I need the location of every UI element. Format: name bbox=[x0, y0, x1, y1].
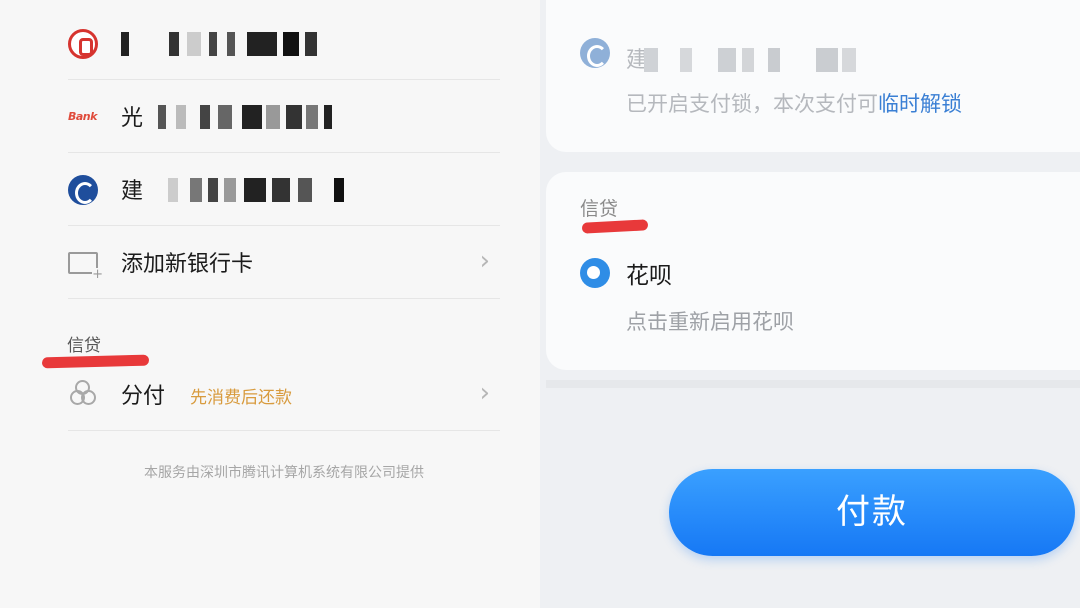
huabei-reenable-link[interactable]: 点击重新启用花呗 bbox=[626, 306, 794, 336]
red-annotation-underline bbox=[581, 219, 649, 234]
chevron-right-icon: › bbox=[479, 246, 490, 276]
wechat-payment-method-panel: Bank 光 建 添加新银行卡 › 信贷 分付 先消费后还款 › 本服务由深圳市… bbox=[0, 0, 540, 608]
redacted-card-number bbox=[168, 178, 344, 202]
redacted-card-number bbox=[644, 48, 856, 72]
temporary-unlock-link[interactable]: 临时解锁 bbox=[878, 92, 962, 116]
ccb-bank-icon bbox=[68, 175, 98, 205]
installment-row[interactable]: 分付 先消费后还款 › bbox=[68, 358, 500, 431]
divider bbox=[546, 380, 1080, 388]
bank-card-row-1[interactable] bbox=[68, 7, 500, 80]
bank-logo-icon: Bank bbox=[68, 110, 97, 123]
service-provider-footer: 本服务由深圳市腾讯计算机系统有限公司提供 bbox=[144, 465, 424, 481]
credit-section-title: 信贷 bbox=[580, 198, 619, 220]
add-card-icon bbox=[68, 252, 103, 281]
huabei-icon bbox=[580, 258, 610, 288]
alipay-payment-panel: 建 已开启支付锁，本次支付可临时解锁 信贷 花呗 点击重新启用花呗 付款 bbox=[540, 0, 1080, 608]
bank-card-name: 建 bbox=[121, 179, 144, 204]
pay-button[interactable]: 付款 bbox=[669, 469, 1075, 556]
installment-label: 分付 bbox=[121, 384, 166, 409]
credit-card-section: 信贷 花呗 点击重新启用花呗 bbox=[546, 172, 1080, 370]
redacted-card-number bbox=[121, 32, 317, 56]
huabei-label[interactable]: 花呗 bbox=[626, 256, 672, 290]
bank-card-row-2[interactable]: Bank 光 bbox=[68, 80, 500, 153]
bank-card-row-3[interactable]: 建 bbox=[68, 153, 500, 226]
bank-card-name: 光 bbox=[121, 106, 144, 131]
add-card-label: 添加新银行卡 bbox=[121, 252, 254, 277]
add-bank-card-row[interactable]: 添加新银行卡 › bbox=[68, 226, 500, 299]
redacted-card-number bbox=[158, 105, 332, 129]
bank-card-option[interactable]: 建 已开启支付锁，本次支付可临时解锁 bbox=[546, 0, 1080, 152]
installment-tag: 先消费后还款 bbox=[190, 388, 292, 408]
installment-icon bbox=[68, 380, 98, 410]
cgb-bank-icon bbox=[68, 29, 98, 59]
ccb-bank-icon bbox=[580, 38, 610, 68]
payment-lock-note: 已开启支付锁，本次支付可临时解锁 bbox=[626, 92, 962, 116]
chevron-right-icon: › bbox=[479, 378, 490, 408]
credit-section-title: 信贷 bbox=[67, 336, 101, 356]
